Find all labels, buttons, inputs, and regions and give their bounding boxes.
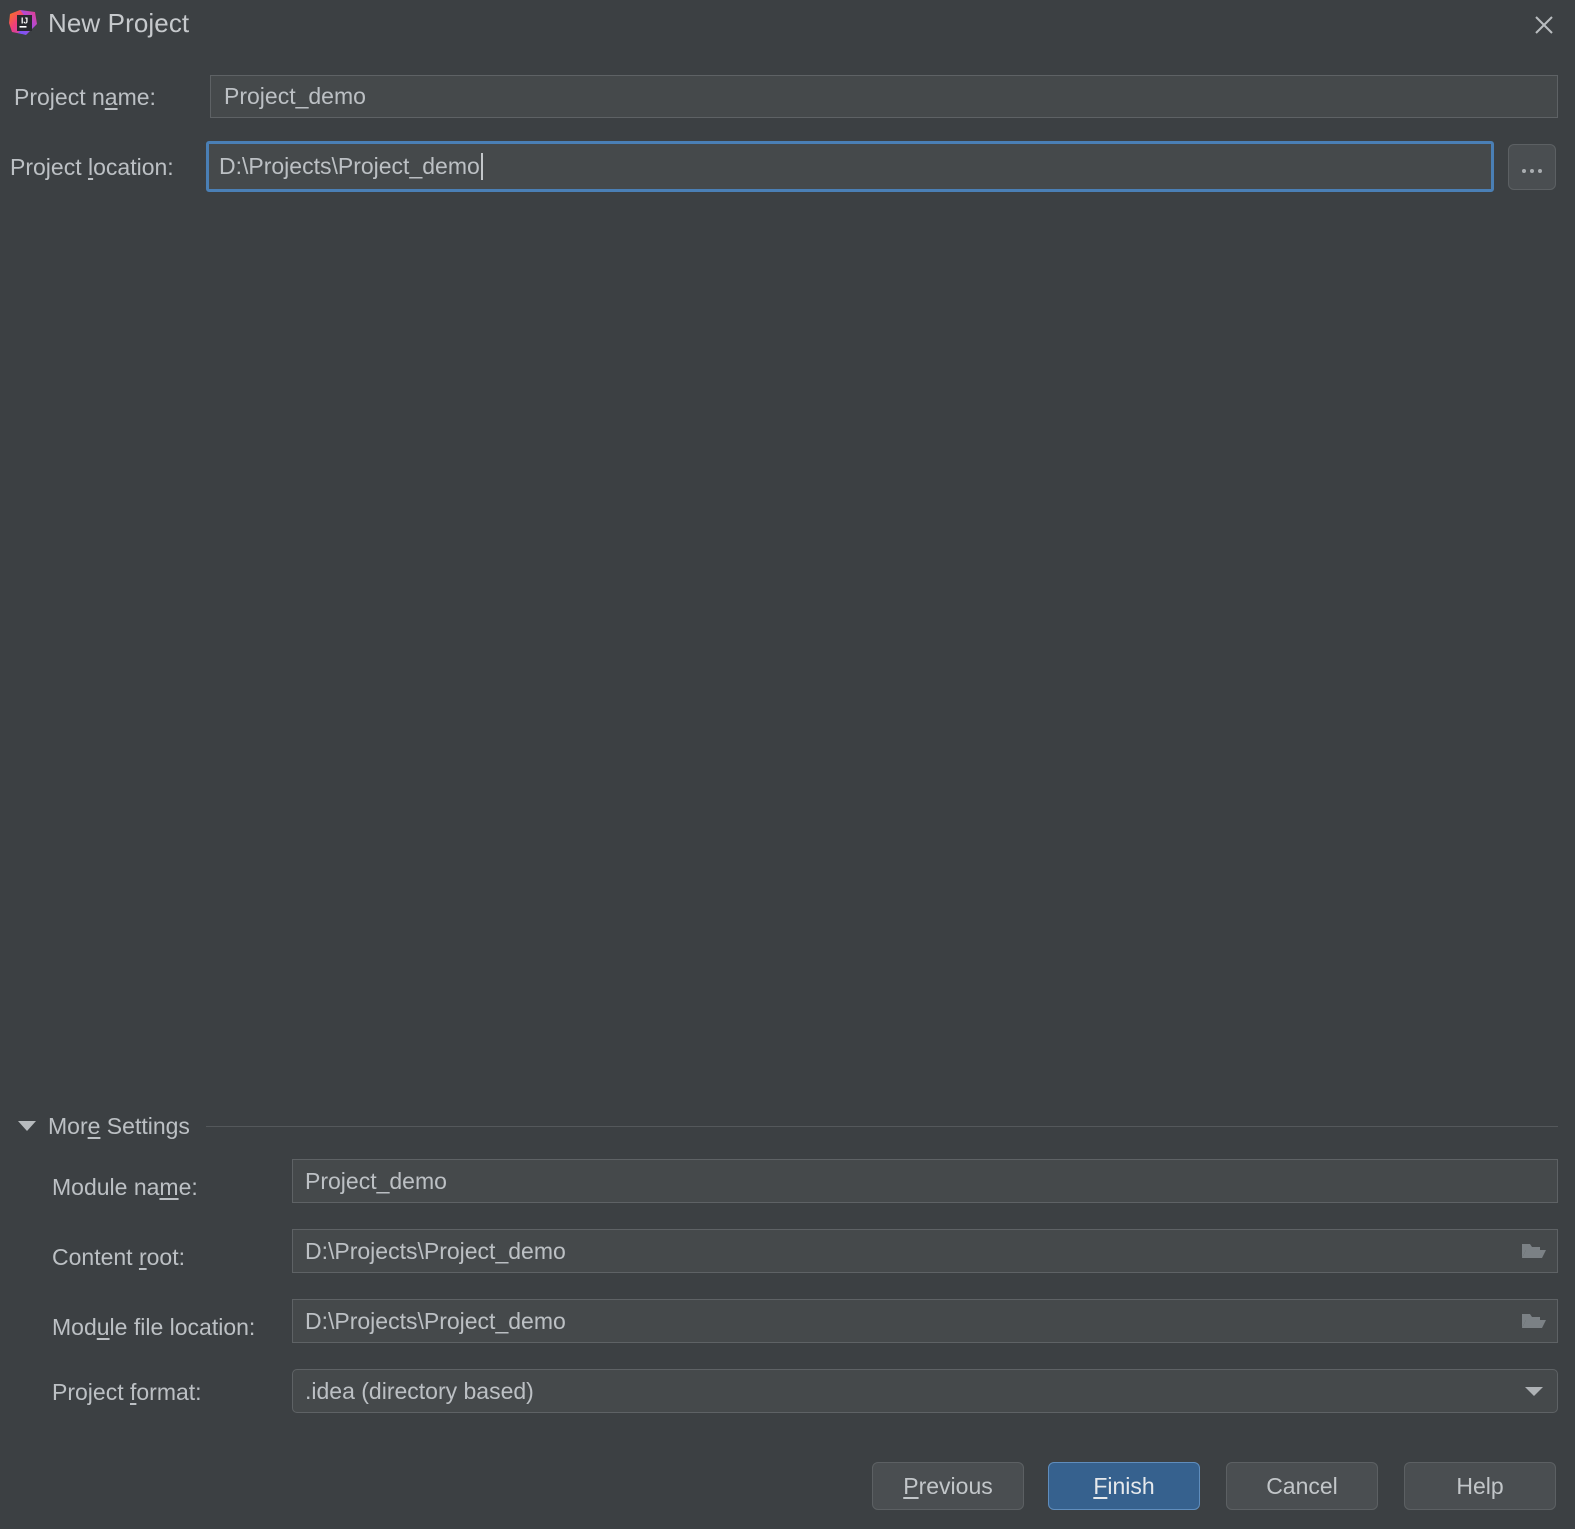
close-icon[interactable] [1527,8,1561,42]
help-button-label: Help [1456,1472,1504,1499]
intellij-idea-logo-icon: IJ [8,8,38,38]
cancel-button-label: Cancel [1266,1472,1338,1499]
project-location-value: D:\Projects\Project_demo [219,153,480,179]
previous-button-label: Previous [903,1472,993,1499]
project-name-value: Project_demo [224,83,366,109]
previous-button[interactable]: Previous [872,1462,1024,1510]
ellipsis-icon [1522,169,1542,173]
finish-button[interactable]: Finish [1048,1462,1200,1510]
more-settings-label: More Settings [48,1112,190,1139]
folder-icon[interactable] [1511,1241,1557,1261]
browse-location-button[interactable] [1508,144,1556,190]
project-name-input[interactable]: Project_demo [210,75,1558,118]
finish-button-label: Finish [1093,1472,1155,1499]
content-root-value: D:\Projects\Project_demo [305,1237,566,1264]
help-button[interactable]: Help [1404,1462,1556,1510]
module-name-input[interactable]: Project_demo [292,1159,1558,1203]
triangle-down-icon [18,1121,36,1131]
section-divider [205,1125,1558,1127]
cancel-button[interactable]: Cancel [1226,1462,1378,1510]
content-root-label: Content root: [52,1244,185,1270]
svg-text:IJ: IJ [21,16,28,26]
project-location-label: Project location: [10,154,174,180]
folder-icon[interactable] [1511,1311,1557,1331]
module-file-location-value: D:\Projects\Project_demo [305,1307,566,1334]
module-file-location-input[interactable]: D:\Projects\Project_demo [292,1299,1558,1343]
content-root-input[interactable]: D:\Projects\Project_demo [292,1229,1558,1273]
module-name-value: Project_demo [305,1167,447,1194]
project-format-value: .idea (directory based) [305,1377,534,1404]
dialog-titlebar: IJ New Project [0,0,1575,50]
project-format-select[interactable]: .idea (directory based) [292,1369,1558,1413]
project-name-label: Project name: [14,84,156,110]
more-settings-toggle[interactable]: More Settings [18,1110,1558,1142]
text-caret [480,153,483,180]
module-name-label: Module name: [52,1174,198,1200]
window-title: New Project [48,8,190,38]
project-location-input[interactable]: D:\Projects\Project_demo [206,141,1494,192]
module-file-location-label: Module file location: [52,1314,256,1340]
project-format-label: Project format: [52,1379,202,1405]
chevron-down-icon[interactable] [1511,1384,1557,1398]
